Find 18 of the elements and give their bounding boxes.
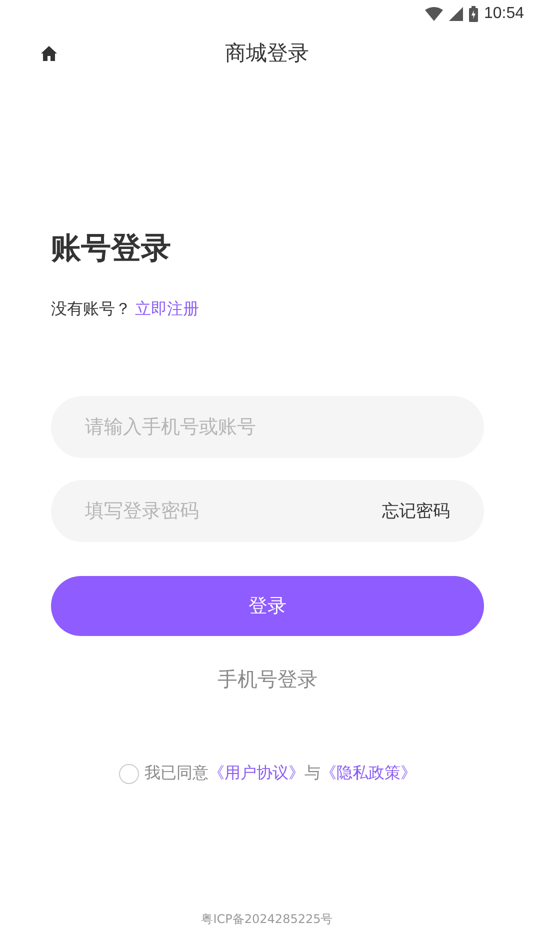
register-prompt: 没有账号？ bbox=[51, 299, 131, 320]
agreement-link[interactable]: 《隐私政策》 bbox=[320, 763, 416, 782]
register-link[interactable]: 立即注册 bbox=[135, 299, 199, 320]
login-heading: 账号登录 bbox=[51, 230, 172, 268]
signal-icon bbox=[448, 7, 463, 21]
forgot-password-button[interactable]: 忘记密码 bbox=[382, 500, 450, 522]
agreement-link[interactable]: 《用户协议》 bbox=[208, 763, 304, 782]
page-title: 商城登录 bbox=[225, 40, 309, 67]
phone-login-button[interactable]: 手机号登录 bbox=[214, 662, 322, 697]
battery-icon bbox=[468, 6, 478, 22]
wifi-icon bbox=[424, 7, 443, 21]
status-time: 10:54 bbox=[484, 5, 524, 23]
account-field[interactable]: 请输入手机号或账号 bbox=[51, 396, 484, 458]
agreement-checkbox[interactable] bbox=[118, 764, 138, 784]
agreement-text: 我已同意《用户协议》与《隐私政策》 bbox=[144, 763, 416, 784]
icp-license-text: 粤ICP备2024285225号 bbox=[201, 911, 333, 928]
login-button[interactable]: 登录 bbox=[51, 576, 484, 636]
home-icon[interactable] bbox=[40, 45, 58, 62]
